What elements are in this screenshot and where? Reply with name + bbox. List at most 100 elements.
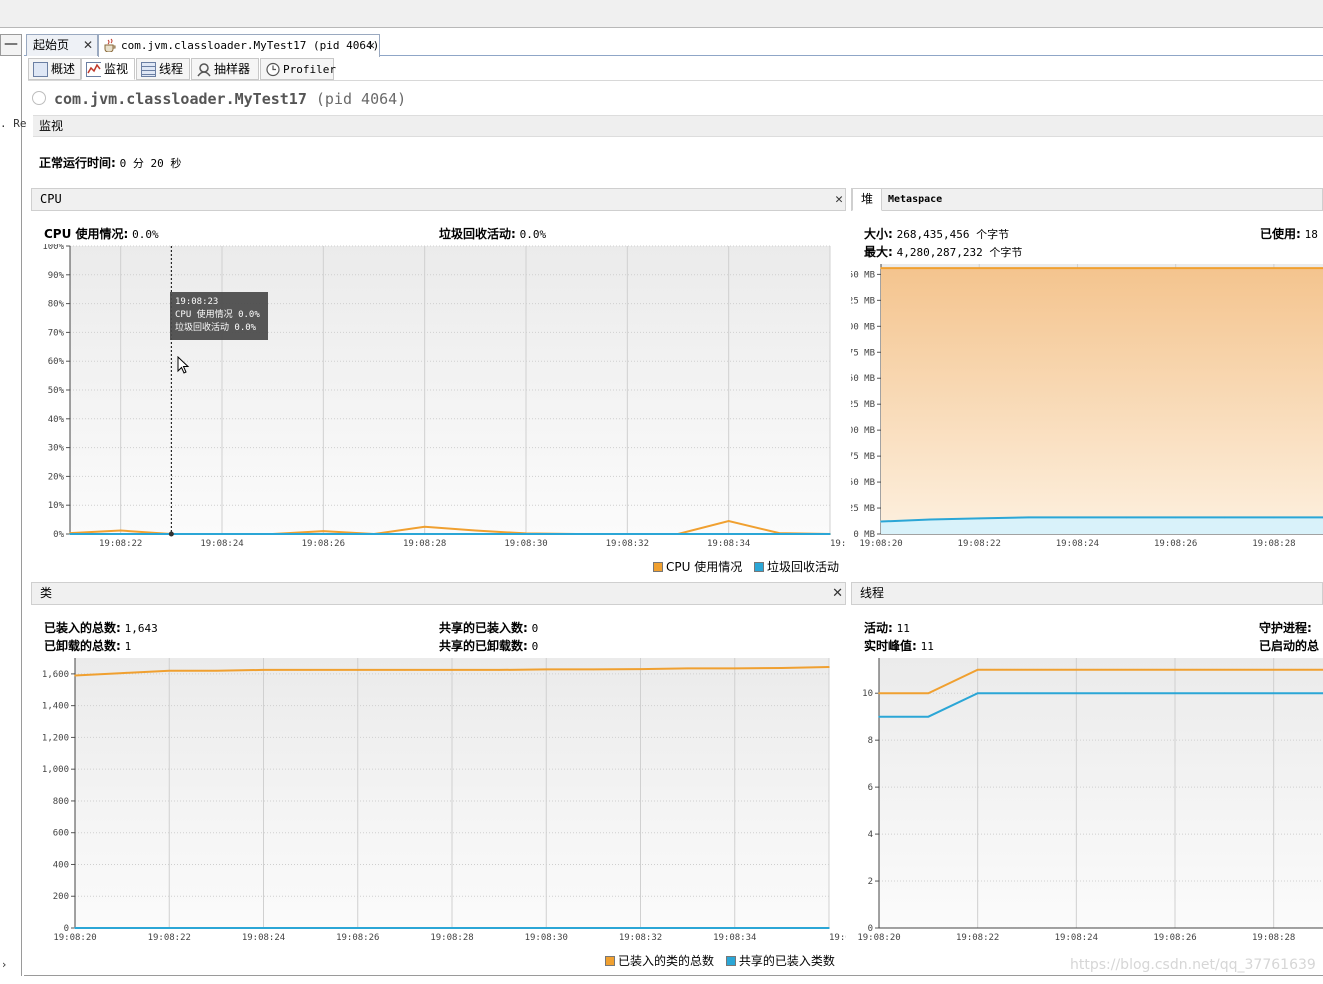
stat-value: 0	[531, 640, 539, 653]
data-point	[1027, 516, 1030, 519]
data-point	[69, 533, 71, 535]
section-header: 监视	[33, 115, 1323, 137]
x-tick-label: 19:08:22	[99, 539, 142, 549]
x-tick-label: 19:08:22	[956, 933, 999, 943]
stat-value: 11	[896, 622, 910, 635]
threads-chart[interactable]: 024681019:08:20 19:08:22 19:08:24 19:08:26 1…	[851, 656, 1323, 948]
stat-label: 活动:	[864, 621, 893, 635]
data-point	[686, 667, 689, 670]
x-tick-label: 19:08:24	[200, 539, 243, 549]
data-point	[878, 692, 880, 695]
legend-label: 垃圾回收活动	[767, 560, 840, 574]
y-tick-label: 0%	[53, 530, 64, 540]
subtab-label: 概述	[51, 62, 76, 76]
y-tick-label: 1,400	[42, 702, 69, 712]
close-icon[interactable]: ✕	[368, 35, 375, 56]
subtab-monitor[interactable]: 监视	[81, 58, 135, 80]
tab-metaspace[interactable]: Metaspace	[888, 189, 942, 210]
uptime-label: 正常运行时间:	[39, 156, 116, 170]
stat-label: 大小:	[864, 227, 893, 241]
heap-max-stat: 最大: 4,280,287,232 个字节	[864, 243, 1022, 260]
unloaded-classes-stat: 已卸载的总数: 1	[44, 637, 131, 654]
tab-label: com.jvm.classloader.MyTest17 (pid 4064)	[121, 39, 380, 52]
y-tick-label: 75 MB	[851, 452, 875, 462]
y-tick-label: 150 MB	[851, 374, 875, 384]
page-title: com.jvm.classloader.MyTest17 (pid 4064)	[54, 90, 406, 108]
data-point	[1075, 668, 1078, 671]
data-point	[880, 520, 882, 523]
data-point	[119, 529, 122, 532]
mouse-cursor-icon	[177, 356, 190, 374]
data-point	[878, 715, 880, 718]
y-tick-label: 25 MB	[851, 504, 875, 514]
monitor-chart-icon	[86, 62, 101, 77]
heap-chart[interactable]: 0 MB25 MB50 MB75 MB100 MB125 MB150 MB175…	[851, 262, 1323, 554]
panel-title: 线程	[860, 586, 885, 600]
y-tick-label: 8	[868, 736, 873, 746]
legend-swatch-orange	[605, 956, 615, 966]
close-icon[interactable]: ✕	[83, 35, 93, 56]
data-point	[976, 668, 979, 671]
y-tick-label: 600	[53, 829, 69, 839]
subtab-threads[interactable]: 线程	[136, 58, 190, 80]
daemon-threads-stat: 守护进程:	[1259, 619, 1312, 636]
stat-value: 1,643	[124, 622, 158, 635]
y-tick-label: 200	[53, 892, 69, 902]
data-point	[1026, 692, 1028, 695]
tab-process[interactable]: com.jvm.classloader.MyTest17 (pid 4064) …	[98, 34, 380, 57]
y-tick-label: 40%	[48, 415, 65, 425]
y-tick-label: 250 MB	[851, 270, 875, 280]
legend-label: 已装入的类的总数	[618, 954, 715, 968]
hover-marker	[168, 531, 174, 537]
close-icon[interactable]: ✕	[832, 583, 843, 604]
stat-label: 共享的已装入数:	[439, 621, 528, 635]
minimize-panel-button[interactable]: —	[0, 34, 22, 56]
x-tick-label: 19:08:26	[1154, 539, 1197, 549]
y-tick-label: 70%	[48, 328, 65, 338]
x-tick-label: 19:08:32	[619, 933, 662, 943]
x-tick-label: 19:08:30	[504, 539, 547, 549]
subtab-profiler[interactable]: Profiler	[260, 58, 336, 80]
tab-heap[interactable]: 堆	[852, 188, 882, 211]
subtab-label: 抽样器	[214, 62, 251, 76]
left-side-panel	[0, 34, 22, 976]
data-point	[978, 517, 981, 520]
expand-panel-icon[interactable]: ›	[2, 958, 6, 971]
peak-threads-stat: 实时峰值: 11	[864, 637, 934, 654]
close-icon[interactable]: ✕	[835, 189, 843, 210]
watermark: https://blog.csdn.net/qq_37761639	[1070, 957, 1316, 973]
y-tick-label: 90%	[48, 271, 65, 281]
stat-label: 已启动的总	[1259, 639, 1320, 653]
y-tick-label: 1,600	[42, 670, 69, 680]
data-point	[929, 518, 931, 521]
x-tick-label: 19:08:20	[53, 933, 96, 943]
x-tick-label: 19:08:26	[302, 539, 345, 549]
data-point	[1223, 516, 1226, 519]
data-point	[423, 526, 426, 528]
data-point	[1124, 668, 1127, 671]
x-tick-label: 19:0	[830, 539, 846, 549]
data-point	[262, 669, 265, 671]
stat-label: 最大:	[864, 245, 893, 259]
cpu-chart[interactable]: 0% 10% 20% 30% 40% 50% 60% 70% 80% 90% 100% 19:08:2…	[31, 244, 846, 554]
stat-label: 实时峰值:	[864, 639, 917, 653]
y-tick-label: 6	[868, 783, 873, 793]
stat-value: 1	[124, 640, 132, 653]
heap-panel-header: 堆 Metaspace	[851, 188, 1323, 211]
legend-swatch-blue	[754, 562, 765, 572]
data-point	[1223, 668, 1226, 671]
data-point	[322, 530, 325, 532]
subtab-sampler[interactable]: 抽样器	[191, 58, 259, 80]
data-point	[1075, 692, 1078, 695]
data-point	[1125, 516, 1128, 519]
data-point	[733, 667, 736, 670]
process-pid: (pid 4064)	[315, 90, 407, 108]
tab-start-page[interactable]: 起始页 ✕	[26, 34, 98, 56]
data-point	[545, 668, 548, 671]
shared-loaded-stat: 共享的已装入数: 0	[439, 619, 538, 636]
data-point	[829, 533, 831, 535]
subtab-overview[interactable]: 概述	[28, 58, 81, 80]
stat-value: 0.0%	[519, 228, 547, 241]
classes-chart[interactable]: 02004006008001,0001,2001,4001,60019:08:2…	[31, 656, 846, 948]
tooltip-gc: 垃圾回收活动 0.0%	[175, 323, 257, 333]
